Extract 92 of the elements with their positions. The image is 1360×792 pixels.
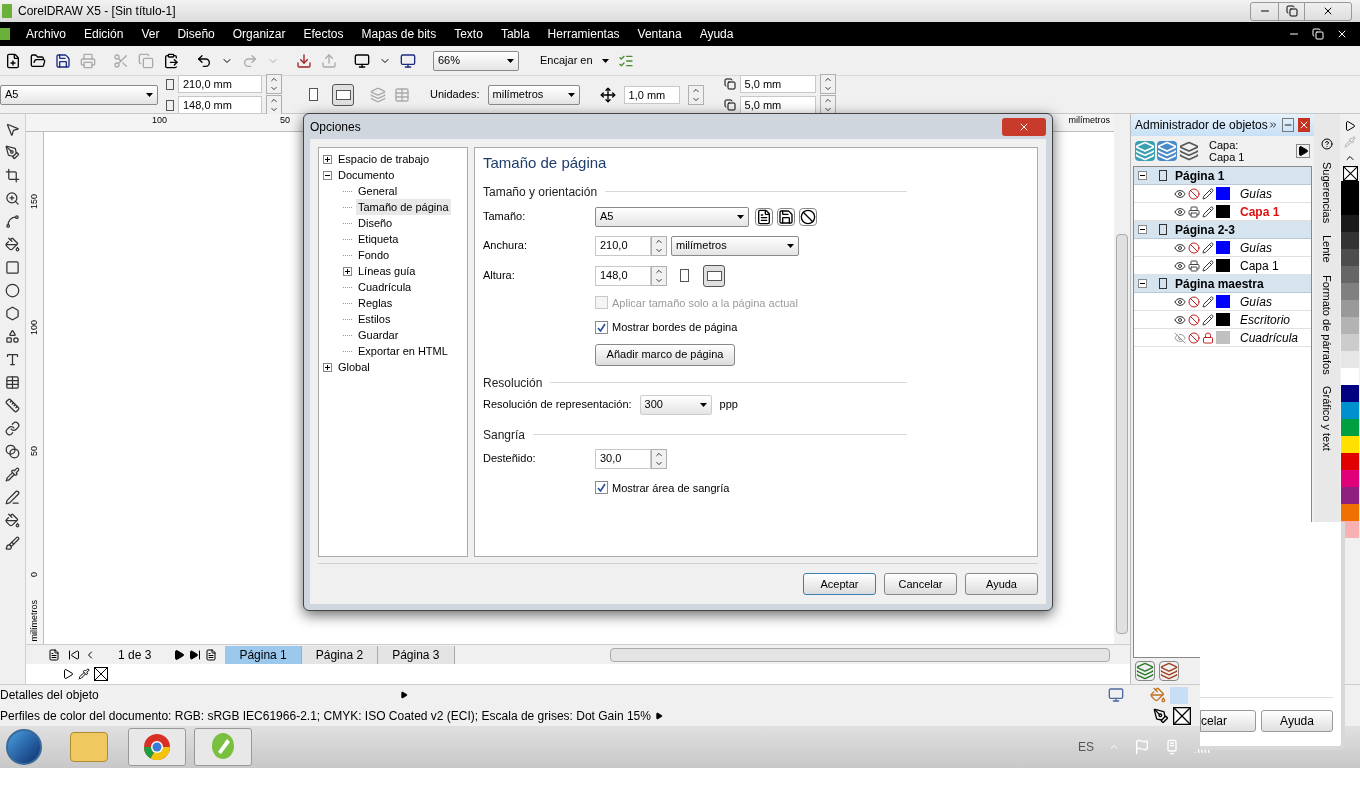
menu-item[interactable]: Tabla <box>500 25 530 43</box>
layer-name[interactable]: Cuadrícula <box>1240 328 1299 347</box>
page-tab[interactable]: Página 1 <box>225 645 302 664</box>
size-dropdown[interactable]: A5 <box>595 206 749 227</box>
menu-item[interactable]: Efectos <box>303 25 344 43</box>
menu-item[interactable]: Herramientas <box>547 25 620 43</box>
object-details: Detalles del objeto <box>0 687 100 705</box>
field-label: Resolución de representación: <box>483 397 632 413</box>
dialog-title: Opciones <box>310 118 361 136</box>
tree-item[interactable]: Etiqueta <box>356 230 401 248</box>
field-label: Altura: <box>483 268 516 284</box>
ruler-label: 50 <box>28 446 40 456</box>
menu-item[interactable]: Edición <box>84 25 124 43</box>
dialog-button[interactable]: celar <box>1200 710 1256 732</box>
height-field[interactable]: 148,0 <box>595 265 651 286</box>
dialog-button[interactable]: Cancelar <box>884 573 957 595</box>
snap-menu[interactable]: Encajar en <box>540 52 593 69</box>
color-profiles: Perfiles de color del documento: RGB: sRGB IEC61966-2.1; CMYK: ISO Coated v2 (ECI); Escala de grises: Dot Gain 15% <box>0 707 651 725</box>
menu-item[interactable]: Ver <box>141 25 160 43</box>
docker-tab[interactable]: Sugerencias <box>1318 162 1336 224</box>
duplicate-y-field[interactable]: 5,0 mm <box>739 96 816 114</box>
tree-item[interactable]: Global <box>336 358 372 376</box>
ruler-unit: milímetros <box>1068 114 1110 127</box>
ruler-label: 150 <box>28 194 40 210</box>
zoom-dropdown[interactable]: 66% <box>433 50 519 71</box>
resolution-dropdown[interactable]: 300 <box>639 394 712 415</box>
page-tab[interactable]: Página 3 <box>378 645 455 664</box>
page-tab[interactable]: Página 2 <box>301 645 379 664</box>
window-title: CorelDRAW X5 - [Sin título-1] <box>18 3 176 20</box>
tree-item[interactable]: Cuadrícula <box>356 278 414 296</box>
tree-item[interactable]: Fondo <box>356 246 392 264</box>
section-title: Resolución <box>483 374 543 392</box>
duplicate-x-field[interactable]: 5,0 mm <box>739 75 816 93</box>
layer-name[interactable]: Escritorio <box>1240 310 1290 329</box>
width-field[interactable]: 210,0 <box>595 235 651 256</box>
section-title: Tamaño y orientación <box>483 183 598 201</box>
docker-tab[interactable]: Gráfico y text <box>1318 386 1336 452</box>
layer-name[interactable]: Capa 1 <box>1240 202 1280 221</box>
docker-tab[interactable]: Lente <box>1318 235 1336 263</box>
ruler-label: 100 <box>28 320 40 336</box>
panel-title: Administrador de objetos <box>1135 117 1268 134</box>
language-indicator[interactable]: ES <box>1078 738 1094 756</box>
width-field[interactable]: 210,0 mm <box>178 75 262 93</box>
units-dropdown[interactable]: milímetros <box>671 235 799 256</box>
menu-item[interactable]: Mapas de bits <box>361 25 437 43</box>
checkbox-label: Mostrar bordes de página <box>612 320 738 335</box>
units-label: Unidades: <box>430 87 480 103</box>
tree-item[interactable]: Reglas <box>356 294 395 312</box>
current-layer: Capa 1 <box>1209 151 1245 163</box>
page-size-dropdown[interactable]: A5 <box>0 84 158 105</box>
page-counter: 1 de 3 <box>118 646 152 664</box>
nudge-field[interactable]: 1,0 mm <box>623 85 680 104</box>
tree-item[interactable]: Guardar <box>356 326 401 344</box>
page-heading: Tamaño de página <box>483 153 608 173</box>
tree-item[interactable]: Exportar en HTML <box>356 342 450 360</box>
dialog-button[interactable]: Ayuda <box>1261 710 1333 732</box>
docker-tab[interactable]: Formato de párrafos <box>1318 274 1336 375</box>
menu-item[interactable]: Organizar <box>232 25 286 43</box>
tree-item[interactable]: General <box>356 182 400 200</box>
ruler-label: 100 <box>152 114 168 127</box>
ruler-unit: milímetros <box>28 600 40 642</box>
ruler-label: 50 <box>280 114 290 127</box>
layer-name[interactable]: Capa 1 <box>1240 256 1279 275</box>
menu-item[interactable]: Archivo <box>26 25 66 43</box>
section-title: Sangría <box>483 426 526 444</box>
dialog-button[interactable]: Ayuda <box>965 573 1038 595</box>
field-label: Anchura: <box>483 238 529 254</box>
menu-item[interactable]: Diseño <box>177 25 215 43</box>
menu-item[interactable]: Ayuda <box>699 25 734 43</box>
height-field[interactable]: 148,0 mm <box>178 96 262 114</box>
layer-label: Capa: <box>1209 139 1240 151</box>
bleed-field[interactable]: 30,0 <box>595 448 651 469</box>
field-label: Desteñido: <box>483 451 537 467</box>
menu-item[interactable]: Texto <box>454 25 483 43</box>
layer-name[interactable]: Guías <box>1240 184 1272 203</box>
dialog-button[interactable]: Aceptar <box>803 573 876 595</box>
add-frame-button[interactable]: Añadir marco de página <box>595 343 735 366</box>
tree-item[interactable]: Espacio de trabajo <box>336 150 432 168</box>
ruler-label: 0 <box>28 572 40 577</box>
tree-item[interactable]: Estilos <box>356 310 393 328</box>
tree-item[interactable]: Líneas guía <box>356 262 418 280</box>
units-dropdown[interactable]: milímetros <box>487 84 580 105</box>
field-label: Tamaño: <box>483 209 527 225</box>
menu-item[interactable]: Ventana <box>637 25 682 43</box>
tree-item[interactable]: Documento <box>336 166 397 184</box>
layer-name[interactable]: Guías <box>1240 238 1272 257</box>
checkbox-label: Mostrar área de sangría <box>612 480 730 496</box>
unit-label: ppp <box>719 397 738 413</box>
tree-item[interactable]: Diseño <box>356 214 395 232</box>
tree-item[interactable]: Tamaño de página <box>356 198 451 216</box>
layer-name[interactable]: Guías <box>1240 292 1272 311</box>
checkbox-label: Aplicar tamaño solo a la página actual <box>612 295 798 311</box>
